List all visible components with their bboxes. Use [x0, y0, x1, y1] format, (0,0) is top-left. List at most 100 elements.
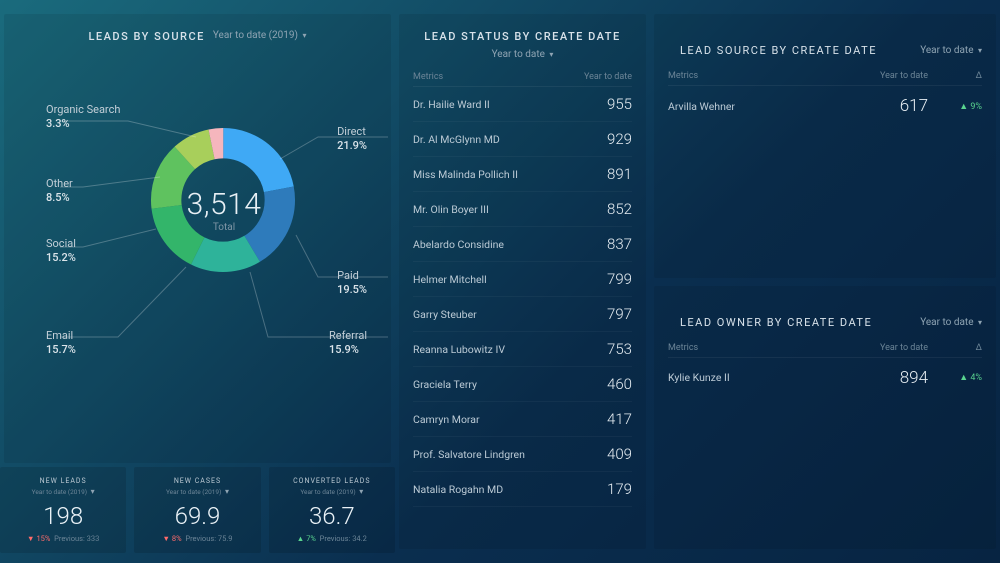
row-value: 929 — [607, 130, 632, 148]
col-header-value: Year to date — [852, 343, 942, 353]
kpi-title: CONVERTED LEADS — [277, 477, 387, 485]
segment-label-email: Email 15.7% — [46, 329, 76, 357]
col-header-metrics: Metrics — [413, 72, 443, 82]
arrow-down-icon: ▼ — [27, 534, 36, 543]
kpi-card: NEW LEADS Year to date (2019) ▾ 198 ▼15%… — [0, 467, 126, 553]
chevron-down-icon: ▾ — [357, 487, 363, 496]
leads-by-source-title: LEADS BY SOURCE — [88, 24, 204, 47]
kpi-card: NEW CASES Year to date (2019) ▾ 69.9 ▼8%… — [134, 467, 260, 553]
row-value: 417 — [607, 410, 632, 428]
segment-label-other: Other 8.5% — [46, 177, 73, 205]
segment-label-organic: Organic Search 3.3% — [46, 103, 120, 131]
row-name: Helmer Mitchell — [413, 273, 487, 286]
table-row: Reanna Lubowitz IV 753 — [413, 332, 632, 367]
row-value: 894 — [852, 368, 942, 388]
row-name: Dr. Hailie Ward II — [413, 98, 490, 111]
segment-label-paid: Paid 19.5% — [337, 269, 367, 297]
segment-label-social: Social 15.2% — [46, 237, 76, 265]
chevron-down-icon: ▾ — [547, 50, 553, 59]
arrow-up-icon: ▲ — [297, 534, 306, 543]
donut-total-value: 3,514 — [164, 187, 284, 222]
row-value: 179 — [607, 480, 632, 498]
table-row: Helmer Mitchell 799 — [413, 262, 632, 297]
kpi-previous: Previous: 333 — [54, 534, 99, 543]
arrow-down-icon: ▼ — [162, 534, 171, 543]
row-value: 837 — [607, 235, 632, 253]
row-value: 852 — [607, 200, 632, 218]
row-name: Mr. Olin Boyer III — [413, 203, 489, 216]
kpi-title: NEW CASES — [142, 477, 252, 485]
kpi-footer: ▲7% Previous: 34.2 — [277, 534, 387, 543]
col-header-value: Year to date — [852, 71, 942, 81]
chevron-down-icon: ▾ — [976, 46, 982, 55]
lead-source-period-dropdown[interactable]: Year to date ▾ — [920, 45, 982, 56]
row-name: Arvilla Wehner — [668, 100, 852, 113]
kpi-value: 198 — [8, 502, 118, 530]
row-name: Abelardo Considine — [413, 238, 504, 251]
kpi-footer: ▼15% Previous: 333 — [8, 534, 118, 543]
row-name: Miss Malinda Pollich II — [413, 168, 518, 181]
row-value: 753 — [607, 340, 632, 358]
table-row: Arvilla Wehner 617 ▲ 9% — [668, 86, 982, 126]
col-header-delta: Δ — [942, 343, 982, 353]
segment-label-referral: Referral 15.9% — [329, 329, 367, 357]
kpi-title: NEW LEADS — [8, 477, 118, 485]
row-value: 617 — [852, 96, 942, 116]
lead-status-card: LEAD STATUS BY CREATE DATE Year to date … — [399, 14, 646, 549]
row-delta: ▲ 4% — [942, 372, 982, 383]
row-name: Garry Steuber — [413, 308, 477, 321]
table-row: Dr. Hailie Ward II 955 — [413, 87, 632, 122]
kpi-card: CONVERTED LEADS Year to date (2019) ▾ 36… — [269, 467, 395, 553]
kpi-period-dropdown[interactable]: Year to date (2019) ▾ — [142, 487, 252, 496]
row-value: 409 — [607, 445, 632, 463]
col-header-metrics: Metrics — [668, 343, 852, 353]
table-row: Graciela Terry 460 — [413, 367, 632, 402]
row-value: 891 — [607, 165, 632, 183]
kpi-value: 69.9 — [142, 502, 252, 530]
row-value: 797 — [607, 305, 632, 323]
kpi-previous: Previous: 34.2 — [320, 534, 367, 543]
table-row: Garry Steuber 797 — [413, 297, 632, 332]
table-row: Mr. Olin Boyer III 852 — [413, 192, 632, 227]
row-value: 799 — [607, 270, 632, 288]
chevron-down-icon: ▾ — [89, 487, 95, 496]
lead-status-title: LEAD STATUS BY CREATE DATE — [413, 24, 632, 47]
lead-owner-card: LEAD OWNER BY CREATE DATE Year to date ▾… — [654, 286, 996, 550]
segment-label-direct: Direct 21.9% — [337, 125, 367, 153]
lead-status-period-dropdown[interactable]: Year to date ▾ — [492, 49, 554, 60]
row-name: Prof. Salvatore Lindgren — [413, 448, 525, 461]
table-row: Prof. Salvatore Lindgren 409 — [413, 437, 632, 472]
row-name: Camryn Morar — [413, 413, 480, 426]
kpi-previous: Previous: 75.9 — [185, 534, 232, 543]
table-row: Abelardo Considine 837 — [413, 227, 632, 262]
leads-by-source-period-dropdown[interactable]: Year to date (2019) ▾ — [213, 30, 307, 41]
table-row: Camryn Morar 417 — [413, 402, 632, 437]
row-value: 460 — [607, 375, 632, 393]
arrow-up-icon: ▲ — [959, 373, 968, 383]
kpi-footer: ▼8% Previous: 75.9 — [142, 534, 252, 543]
row-value: 955 — [607, 95, 632, 113]
row-name: Dr. Al McGlynn MD — [413, 133, 500, 146]
arrow-up-icon: ▲ — [959, 102, 968, 112]
chevron-down-icon: ▾ — [976, 318, 982, 327]
table-row: Miss Malinda Pollich II 891 — [413, 157, 632, 192]
kpi-row: NEW LEADS Year to date (2019) ▾ 198 ▼15%… — [0, 467, 395, 553]
period-label: Year to date (2019) — [213, 30, 298, 41]
chevron-down-icon: ▾ — [301, 31, 307, 40]
table-row: Kylie Kunze II 894 ▲ 4% — [668, 358, 982, 398]
col-header-metrics: Metrics — [668, 71, 852, 81]
row-name: Graciela Terry — [413, 378, 477, 391]
kpi-period-dropdown[interactable]: Year to date (2019) ▾ — [277, 487, 387, 496]
row-name: Kylie Kunze II — [668, 371, 852, 384]
donut-total-label: Total — [164, 222, 284, 233]
lead-owner-period-dropdown[interactable]: Year to date ▾ — [920, 317, 982, 328]
leads-by-source-card: LEADS BY SOURCE Year to date (2019) ▾ — [4, 14, 391, 463]
row-delta: ▲ 9% — [942, 101, 982, 112]
kpi-period-dropdown[interactable]: Year to date (2019) ▾ — [8, 487, 118, 496]
table-row: Natalia Rogahn MD 179 — [413, 472, 632, 507]
lead-source-title: LEAD SOURCE BY CREATE DATE — [668, 44, 877, 57]
donut-center: 3,514 Total — [164, 187, 284, 233]
lead-source-card: LEAD SOURCE BY CREATE DATE Year to date … — [654, 14, 996, 278]
lead-owner-title: LEAD OWNER BY CREATE DATE — [668, 316, 872, 329]
kpi-value: 36.7 — [277, 502, 387, 530]
